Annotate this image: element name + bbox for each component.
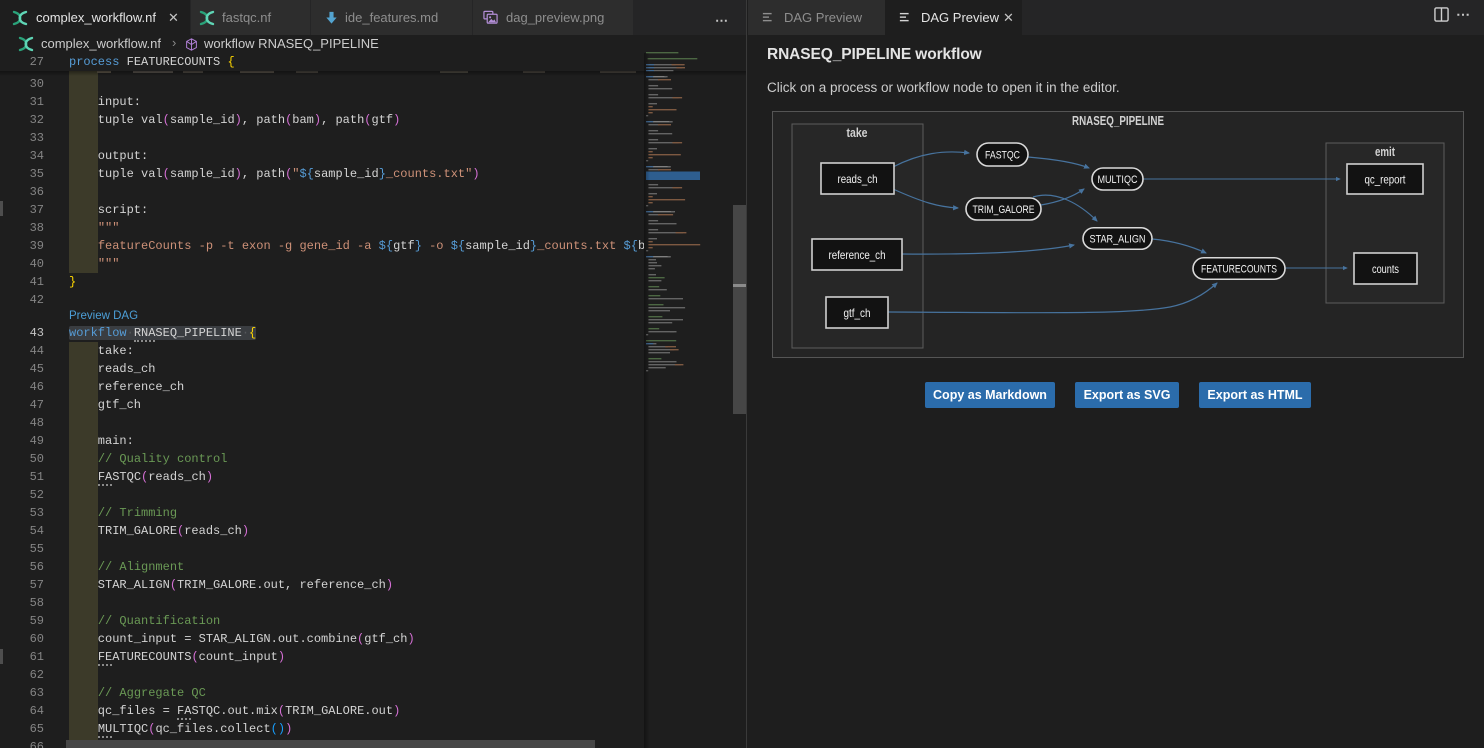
svg-text:TRIM_GALORE: TRIM_GALORE (973, 204, 1035, 216)
svg-text:reference_ch: reference_ch (829, 248, 886, 262)
svg-text:STAR_ALIGN: STAR_ALIGN (1090, 234, 1146, 246)
svg-text:take: take (847, 126, 868, 140)
svg-text:RNASEQ_PIPELINE: RNASEQ_PIPELINE (1072, 114, 1164, 128)
svg-text:MULTIQC: MULTIQC (1098, 174, 1138, 186)
svg-text:emit: emit (1375, 145, 1396, 159)
svg-text:gtf_ch: gtf_ch (844, 306, 871, 320)
svg-text:qc_report: qc_report (1365, 173, 1407, 187)
svg-text:FASTQC: FASTQC (985, 150, 1020, 162)
svg-text:reads_ch: reads_ch (838, 172, 878, 186)
svg-text:FEATURECOUNTS: FEATURECOUNTS (1201, 264, 1277, 276)
svg-text:counts: counts (1372, 262, 1399, 276)
